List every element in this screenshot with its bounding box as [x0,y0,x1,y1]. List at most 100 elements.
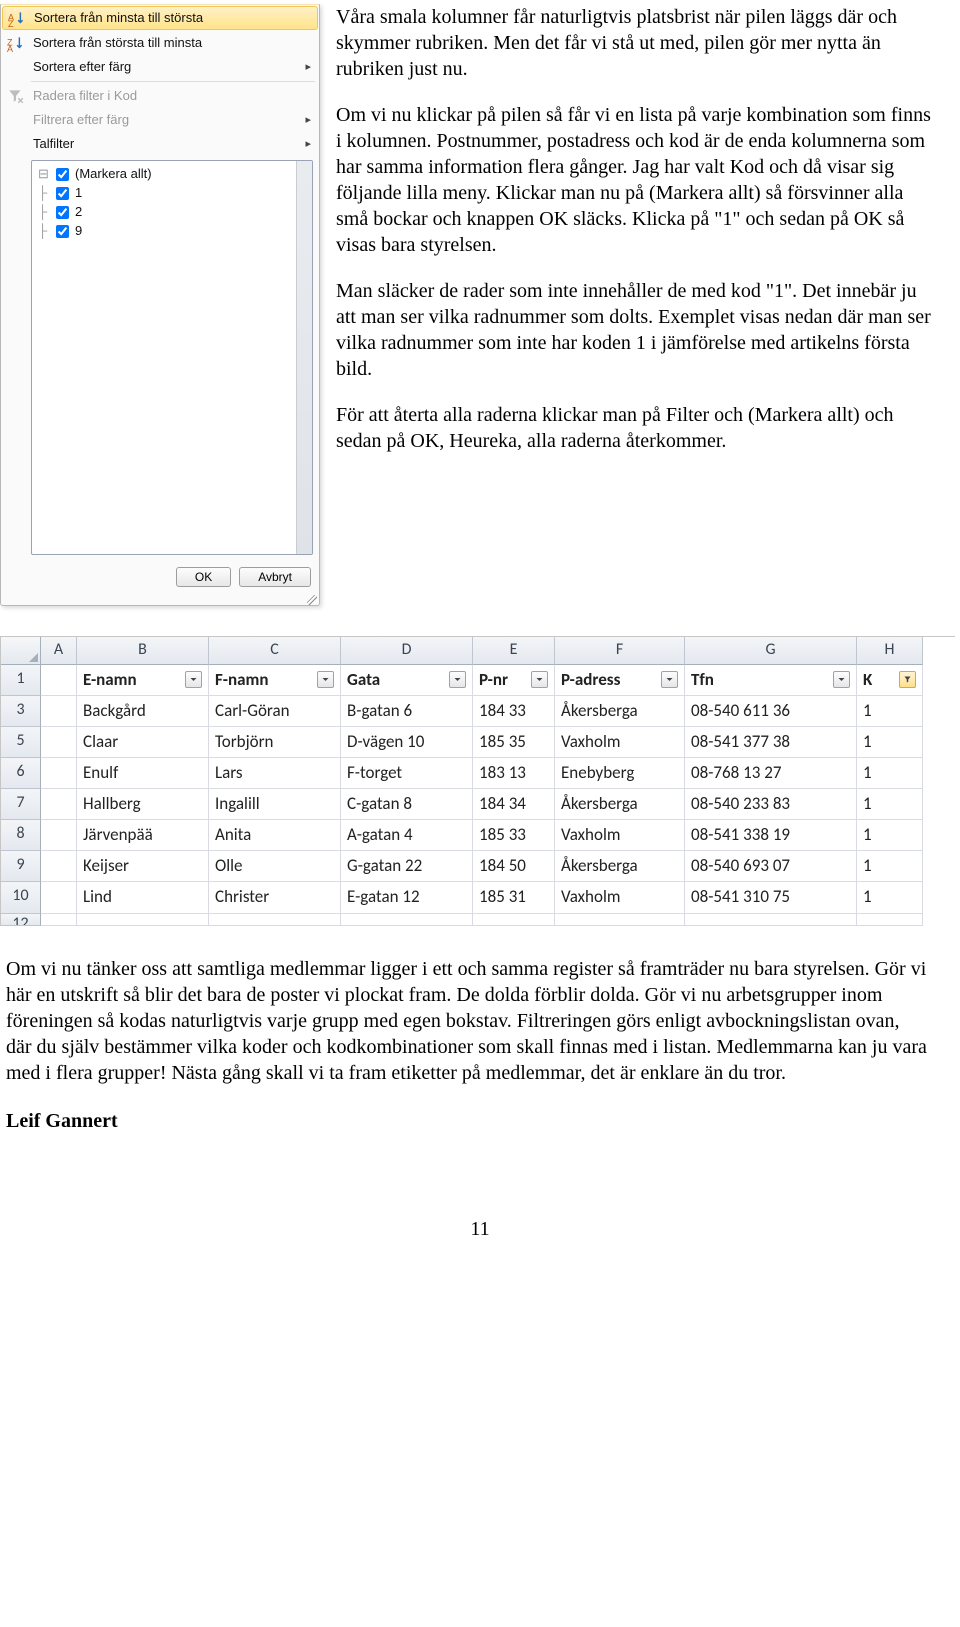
column-header[interactable]: G [685,637,857,665]
table-cell[interactable]: Anita [209,820,341,851]
scrollbar[interactable] [296,161,312,554]
table-cell[interactable]: Hallberg [77,789,209,820]
row-header[interactable]: 10 [1,882,41,913]
table-cell[interactable] [41,727,77,758]
table-header-cell[interactable]: F-namn [209,665,341,696]
table-cell[interactable]: Vaxholm [555,820,685,851]
resize-handle[interactable] [1,595,319,605]
table-cell[interactable]: 184 50 [473,851,555,882]
table-cell[interactable] [209,914,341,926]
table-cell[interactable]: 08-541 310 75 [685,882,857,913]
table-cell[interactable]: Keijser [77,851,209,882]
filter-dropdown-icon[interactable] [449,671,466,688]
sort-ascending[interactable]: AZ Sortera från minsta till största [2,6,318,30]
table-cell[interactable]: 08-540 611 36 [685,696,857,727]
table-cell[interactable]: 185 33 [473,820,555,851]
table-header-cell[interactable] [41,665,77,696]
filter-checkbox-item[interactable]: ├2 [38,203,306,222]
spreadsheet-grid[interactable]: ABCDEFGH1E-namnF-namnGataP-nrP-adressTfn… [0,636,955,926]
column-header[interactable]: C [209,637,341,665]
table-cell[interactable]: 1 [857,789,923,820]
filter-checkbox-item[interactable]: ⊟(Markera allt) [38,165,306,184]
table-cell[interactable]: 08-540 233 83 [685,789,857,820]
table-cell[interactable]: Olle [209,851,341,882]
table-cell[interactable]: Ingalill [209,789,341,820]
cancel-button[interactable]: Avbryt [239,567,311,587]
table-cell[interactable] [685,914,857,926]
table-cell[interactable]: Christer [209,882,341,913]
table-cell[interactable]: 1 [857,727,923,758]
table-cell[interactable]: Vaxholm [555,727,685,758]
table-cell[interactable]: Backgård [77,696,209,727]
row-header[interactable]: 3 [1,696,41,727]
filter-dropdown-icon[interactable] [531,671,548,688]
table-cell[interactable]: 184 33 [473,696,555,727]
column-header[interactable]: F [555,637,685,665]
table-cell[interactable] [473,914,555,926]
table-cell[interactable]: 08-541 377 38 [685,727,857,758]
table-cell[interactable] [77,914,209,926]
filter-dropdown-icon[interactable] [661,671,678,688]
ok-button[interactable]: OK [176,567,231,587]
filter-dropdown-icon[interactable] [833,671,850,688]
table-cell[interactable]: 08-540 693 07 [685,851,857,882]
row-header[interactable]: 5 [1,727,41,758]
table-cell[interactable]: 08-768 13 27 [685,758,857,789]
table-cell[interactable]: 1 [857,820,923,851]
table-cell[interactable]: G-gatan 22 [341,851,473,882]
table-cell[interactable]: 1 [857,851,923,882]
filter-dropdown-icon[interactable] [317,671,334,688]
table-cell[interactable]: Lind [77,882,209,913]
table-cell[interactable]: 185 31 [473,882,555,913]
table-cell[interactable]: Vaxholm [555,882,685,913]
table-cell[interactable]: A-gatan 4 [341,820,473,851]
table-cell[interactable]: Carl-Göran [209,696,341,727]
table-cell[interactable]: 1 [857,758,923,789]
table-cell[interactable]: 1 [857,882,923,913]
filter-checklist[interactable]: ⊟(Markera allt)├1├2├9 [31,160,313,555]
checkbox[interactable] [56,225,69,238]
filter-dropdown-icon[interactable] [185,671,202,688]
table-cell[interactable]: E-gatan 12 [341,882,473,913]
select-all-corner[interactable] [1,637,41,665]
filter-dropdown-icon[interactable] [899,671,916,688]
table-cell[interactable] [41,851,77,882]
table-cell[interactable]: 184 34 [473,789,555,820]
row-header[interactable]: 6 [1,758,41,789]
table-cell[interactable]: D-vägen 10 [341,727,473,758]
table-cell[interactable]: Lars [209,758,341,789]
row-header[interactable]: 7 [1,789,41,820]
table-cell[interactable]: 08-541 338 19 [685,820,857,851]
table-cell[interactable]: F-torget [341,758,473,789]
table-cell[interactable]: Claar [77,727,209,758]
column-header[interactable]: B [77,637,209,665]
column-header[interactable]: D [341,637,473,665]
table-cell[interactable]: Torbjörn [209,727,341,758]
checkbox[interactable] [56,187,69,200]
table-cell[interactable] [857,914,923,926]
table-header-cell[interactable]: Gata [341,665,473,696]
table-cell[interactable] [555,914,685,926]
table-header-cell[interactable]: E-namn [77,665,209,696]
checkbox[interactable] [56,168,69,181]
table-cell[interactable]: Åkersberga [555,696,685,727]
table-cell[interactable]: 185 35 [473,727,555,758]
table-cell[interactable] [41,789,77,820]
row-header[interactable]: 8 [1,820,41,851]
table-cell[interactable] [341,914,473,926]
table-cell[interactable]: Enebyberg [555,758,685,789]
table-cell[interactable] [41,914,77,926]
sort-descending[interactable]: ZA Sortera från största till minsta [1,31,319,55]
row-header[interactable]: 12 [1,914,41,926]
sort-by-color[interactable]: Sortera efter färg ▸ [1,55,319,79]
table-header-cell[interactable]: P-adress [555,665,685,696]
checkbox[interactable] [56,206,69,219]
table-header-cell[interactable]: P-nr [473,665,555,696]
column-header[interactable]: A [41,637,77,665]
table-header-cell[interactable]: Tfn [685,665,857,696]
filter-checkbox-item[interactable]: ├9 [38,222,306,241]
table-cell[interactable] [41,882,77,913]
table-cell[interactable]: C-gatan 8 [341,789,473,820]
table-cell[interactable] [41,696,77,727]
row-header[interactable]: 1 [1,665,41,696]
